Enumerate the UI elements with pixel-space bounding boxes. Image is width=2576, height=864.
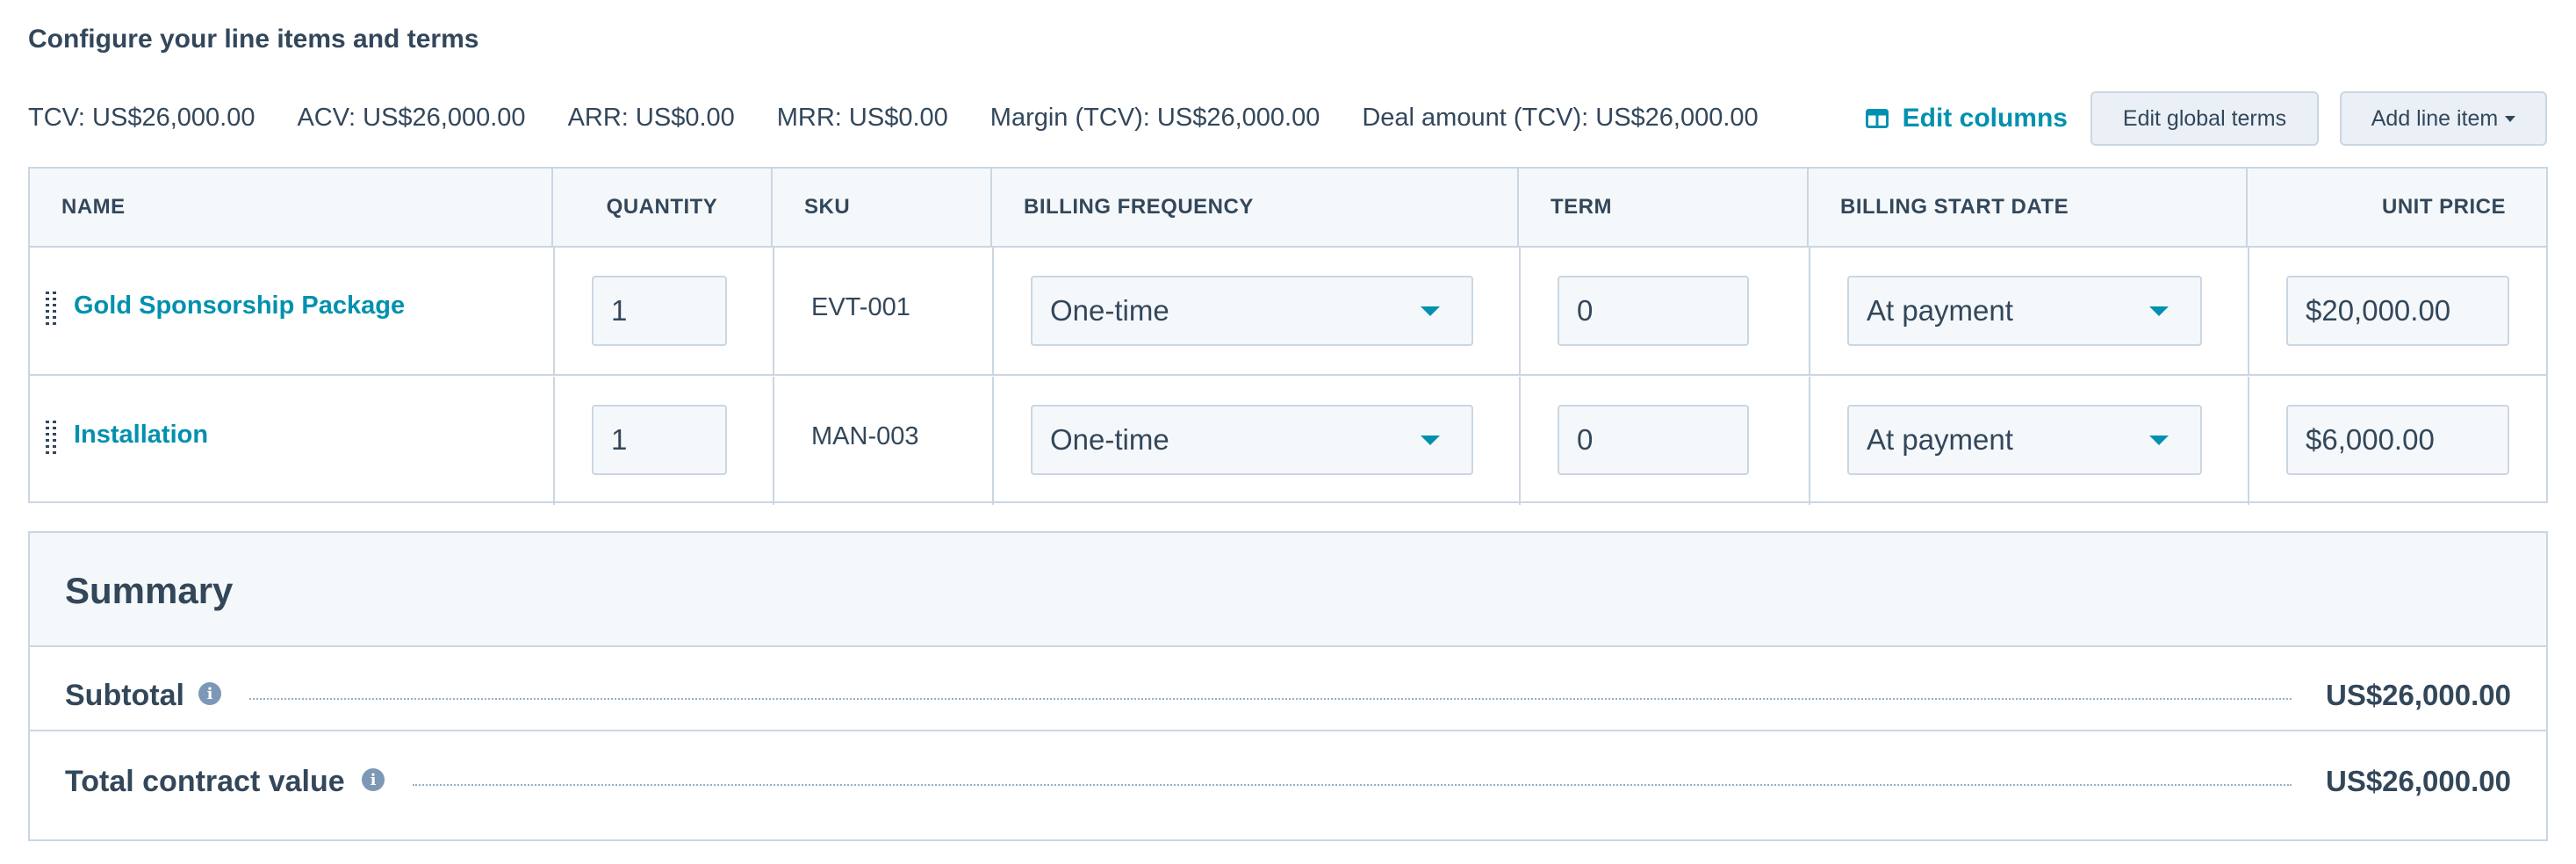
- sku-value: EVT-001: [811, 293, 910, 321]
- drag-handle-icon[interactable]: [46, 292, 56, 332]
- total-contract-value-row: Total contract value i US$26,000.00: [30, 733, 2546, 817]
- line-item-name-link[interactable]: Gold Sponsorship Package: [74, 292, 405, 320]
- unit-price-input[interactable]: $20,000.00: [2286, 276, 2509, 346]
- edit-columns-button[interactable]: Edit columns: [1865, 104, 2068, 133]
- page-title: Configure your line items and terms: [28, 25, 479, 54]
- columns-icon: [1865, 109, 1889, 128]
- line-items-table: NAME QUANTITY SKU BILLING FREQUENCY TERM…: [28, 167, 2548, 505]
- billing-start-date-select[interactable]: At payment: [1847, 405, 2202, 475]
- billing-frequency-select[interactable]: One-time: [1031, 276, 1473, 346]
- column-header-billing-frequency[interactable]: BILLING FREQUENCY: [992, 169, 1519, 246]
- deal-metrics: TCV: US$26,000.00 ACV: US$26,000.00 ARR:…: [28, 104, 1759, 133]
- subtotal-value: US$26,000.00: [2325, 679, 2511, 711]
- line-item-name-link[interactable]: Installation: [74, 421, 208, 450]
- metric-tcv: TCV: US$26,000.00: [28, 104, 255, 132]
- dropdown-arrow-icon: [1421, 435, 1440, 445]
- line-items-editor: Configure your line items and terms TCV:…: [0, 0, 2576, 864]
- subtotal-label: Subtotal: [65, 679, 184, 712]
- billing-frequency-value: One-time: [1050, 294, 1169, 327]
- table-row: Gold Sponsorship Package 1 EVT-001 One-t…: [30, 248, 2546, 376]
- add-line-item-label: Add line item: [2371, 105, 2499, 131]
- sku-value: MAN-003: [811, 422, 919, 450]
- dropdown-arrow-icon: [1421, 306, 1440, 316]
- quantity-input[interactable]: 1: [592, 405, 727, 475]
- table-toolbar: Edit columns Edit global terms Add line …: [1865, 91, 2547, 146]
- subtotal-row: Subtotal i US$26,000.00: [30, 647, 2546, 731]
- add-line-item-button[interactable]: Add line item: [2340, 91, 2547, 146]
- leader-dots: [249, 698, 2292, 700]
- metric-mrr: MRR: US$0.00: [776, 104, 948, 132]
- column-header-billing-start-date[interactable]: BILLING START DATE: [1809, 169, 2248, 246]
- total-contract-value: US$26,000.00: [2325, 765, 2511, 797]
- term-input[interactable]: 0: [1558, 405, 1749, 475]
- column-header-sku[interactable]: SKU: [773, 169, 992, 246]
- billing-frequency-select[interactable]: One-time: [1031, 405, 1473, 475]
- metric-acv: ACV: US$26,000.00: [297, 104, 526, 132]
- info-icon[interactable]: i: [362, 768, 385, 791]
- drag-handle-icon[interactable]: [46, 421, 56, 461]
- billing-frequency-value: One-time: [1050, 423, 1169, 456]
- leader-dots: [413, 784, 2292, 786]
- table-header: NAME QUANTITY SKU BILLING FREQUENCY TERM…: [30, 169, 2546, 248]
- edit-columns-label: Edit columns: [1902, 104, 2068, 133]
- total-contract-value-label: Total contract value: [65, 765, 345, 798]
- column-header-name[interactable]: NAME: [30, 169, 553, 246]
- metric-deal-amount: Deal amount (TCV): US$26,000.00: [1362, 104, 1759, 132]
- table-row: Installation 1 MAN-003 One-time 0 At pay…: [30, 377, 2546, 505]
- term-input[interactable]: 0: [1558, 276, 1749, 346]
- summary-card: Summary Subtotal i US$26,000.00 Total co…: [28, 531, 2548, 841]
- dropdown-arrow-icon: [2149, 306, 2169, 316]
- metric-margin: Margin (TCV): US$26,000.00: [989, 104, 1320, 132]
- unit-price-input[interactable]: $6,000.00: [2286, 405, 2509, 475]
- info-icon[interactable]: i: [198, 682, 221, 705]
- column-header-unit-price[interactable]: UNIT PRICE: [2248, 169, 2546, 246]
- metric-arr: ARR: US$0.00: [567, 104, 735, 132]
- edit-global-terms-button[interactable]: Edit global terms: [2090, 91, 2319, 146]
- caret-down-icon: [2505, 115, 2516, 122]
- summary-title: Summary: [65, 570, 234, 611]
- billing-start-date-select[interactable]: At payment: [1847, 276, 2202, 346]
- summary-header: Summary: [30, 533, 2546, 647]
- billing-start-date-value: At payment: [1867, 423, 2013, 456]
- billing-start-date-value: At payment: [1867, 294, 2013, 327]
- quantity-input[interactable]: 1: [592, 276, 727, 346]
- column-header-term[interactable]: TERM: [1519, 169, 1809, 246]
- dropdown-arrow-icon: [2149, 435, 2169, 445]
- column-header-quantity[interactable]: QUANTITY: [553, 169, 773, 246]
